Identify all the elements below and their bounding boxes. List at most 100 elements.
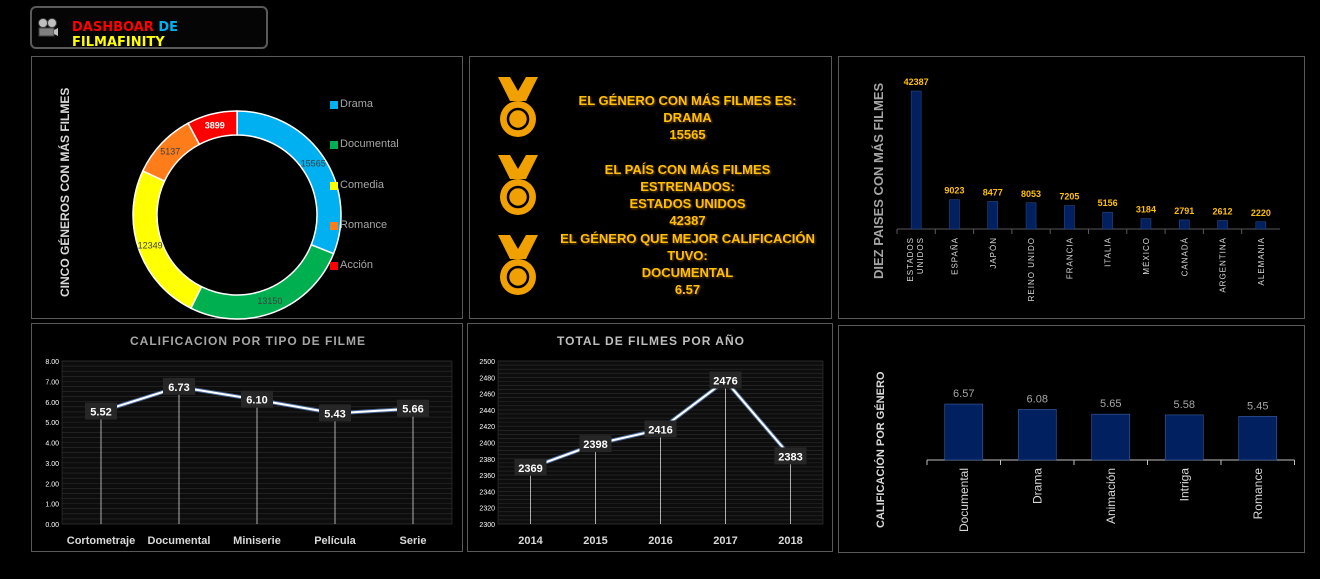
- y-tick-label: 2360: [479, 473, 495, 480]
- country-tick-label: MÉXICO: [1142, 237, 1151, 275]
- genre-tick-label: Romance: [1251, 468, 1265, 520]
- legend-item: Drama: [330, 98, 373, 110]
- medal-icon: [498, 235, 538, 295]
- country-bar: [1102, 211, 1113, 230]
- x-tick-label: Película: [314, 535, 356, 547]
- country-bar: [1025, 202, 1037, 230]
- x-tick-label: 2017: [713, 535, 737, 547]
- country-bar: [949, 199, 960, 230]
- genre-tick-label: Intriga: [1177, 468, 1191, 502]
- films-per-year-panel: TOTAL DE FILMES POR AÑO 2300 2320 2340 2360…: [467, 323, 833, 552]
- genre-bar: [1017, 409, 1057, 461]
- country-data-label: 3184: [1136, 205, 1156, 215]
- y-tick-label: 2320: [479, 506, 495, 513]
- country-data-label: 5156: [1098, 198, 1118, 208]
- x-tick-label: Miniserie: [233, 535, 281, 547]
- type-rating-panel: CALIFICACION POR TIPO DE FILME 0.00 1.00 2…: [31, 323, 463, 552]
- genre-data-label: 6.08: [1027, 393, 1048, 405]
- country-tick-label: FRANCIA: [1065, 237, 1074, 279]
- y-tick-label: 2480: [479, 375, 495, 382]
- genre-data-label: 6.57: [953, 388, 974, 400]
- genre-rating-bar-chart: 6.57 Documental 6.08 Drama 5.65 Animación 5.58…: [926, 388, 1295, 532]
- country-data-label: 9023: [944, 186, 964, 196]
- x-tick-label: Documental: [148, 535, 211, 547]
- country-data-label: 2791: [1174, 206, 1194, 216]
- y-tick-label: 6.00: [45, 400, 59, 407]
- data-label: 2476: [713, 376, 737, 388]
- x-tick-label: Serie: [400, 535, 427, 547]
- y-tick-label: 2340: [479, 489, 495, 496]
- y-tick-label: 2460: [479, 392, 495, 399]
- y-tick-label: 2440: [479, 408, 495, 415]
- page-title: DASHBOAR DE FILMAFINITY: [72, 20, 178, 50]
- data-label: 2398: [583, 439, 607, 451]
- medal-icon: [498, 155, 538, 215]
- y-tick-label: 2300: [479, 522, 495, 529]
- country-tick-label: ARGENTINA: [1219, 237, 1228, 293]
- top-country-highlight: EL PAÍS CON MÁS FILMES ESTRENADOS: ESTADO…: [604, 162, 771, 228]
- country-data-label: 8477: [983, 187, 1003, 197]
- medal-icon: [498, 77, 538, 137]
- x-tick-label: 2018: [778, 535, 802, 547]
- country-tick-label: UNIDOS: [916, 237, 925, 274]
- y-tick-label: 4.00: [45, 441, 59, 448]
- country-bar: [1179, 219, 1190, 230]
- country-bar: [1217, 220, 1228, 230]
- country-data-label: 2220: [1251, 208, 1271, 218]
- y-tick-label: 3.00: [45, 461, 59, 468]
- legend-item: Acción: [330, 259, 373, 271]
- genre-bar: [944, 403, 984, 461]
- data-label: 2416: [648, 424, 672, 436]
- y-tick-label: 2380: [479, 457, 495, 464]
- country-tick-label: JAPÓN: [989, 237, 998, 269]
- genres-donut-chart: 15565 13150 12349 5137 3899: [132, 110, 342, 320]
- country-bar: [1064, 205, 1075, 230]
- country-tick-label: ESTADOS: [906, 237, 915, 282]
- data-label: 5.52: [90, 407, 111, 419]
- genre-data-label: 5.58: [1174, 399, 1195, 411]
- data-label: 5.66: [402, 404, 423, 416]
- genre-data-label: 5.65: [1100, 398, 1121, 410]
- y-tick-label: 2420: [479, 424, 495, 431]
- country-data-label: 2612: [1213, 206, 1233, 216]
- country-tick-label: ITALIA: [1104, 237, 1113, 267]
- genre-rating-panel: CALIFICACIÓN POR GÉNERO 6.57 Documental 6.…: [838, 325, 1305, 553]
- legend-item: Romance: [330, 219, 387, 231]
- genre-tick-label: Documental: [957, 468, 971, 532]
- data-label: 5.43: [324, 408, 345, 420]
- x-tick-label: Cortometraje: [67, 535, 135, 547]
- y-tick-label: 2500: [479, 359, 495, 366]
- legend-item: Documental: [330, 138, 399, 150]
- x-tick-label: 2015: [583, 535, 607, 547]
- y-tick-label: 7.00: [45, 379, 59, 386]
- country-tick-label: ESPAÑA: [950, 237, 959, 275]
- type-rating-line-chart: 0.00 1.00 2.00 3.00 4.00 5.00 6.00 7.00 8.00 5.52…: [45, 359, 453, 547]
- country-tick-label: REINO UNIDO: [1027, 237, 1036, 301]
- highlights-panel: EL GÉNERO CON MÁS FILMES ES: DRAMA 15565 E…: [469, 56, 832, 319]
- country-tick-label: ALEMANIA: [1257, 237, 1266, 285]
- genre-bar: [1164, 414, 1204, 461]
- legend-item: Comedia: [330, 179, 384, 191]
- donut-data-label: 13150: [257, 296, 282, 306]
- y-tick-label: 8.00: [45, 359, 59, 366]
- films-per-year-line-chart: 2300 2320 2340 2360 2380 2400 2420 2440 2460 2480…: [479, 359, 824, 547]
- genre-data-label: 5.45: [1247, 400, 1268, 412]
- y-tick-label: 2400: [479, 441, 495, 448]
- y-tick-label: 1.00: [45, 502, 59, 509]
- film-projector-icon: [38, 18, 58, 37]
- country-bar: [1140, 218, 1152, 230]
- country-tick-label: CANADÁ: [1180, 237, 1189, 276]
- country-bar: [987, 201, 998, 230]
- genre-bar: [1091, 413, 1131, 461]
- donut-data-label: 3899: [205, 121, 225, 131]
- countries-bar-chart: 42387 ESTADOS UNIDOS 9023 ESPAÑA 8477 JAPÓN 805…: [896, 77, 1280, 301]
- country-data-label: 8053: [1021, 189, 1041, 199]
- data-label: 2369: [518, 463, 542, 475]
- donut-data-label: 15565: [301, 158, 326, 168]
- countries-bar-panel: DIEZ PAISES CON MÁS FILMES 42387 ESTADOS U…: [838, 56, 1305, 319]
- y-tick-label: 5.00: [45, 420, 59, 427]
- genre-bar: [1238, 416, 1278, 461]
- country-bar: [1255, 221, 1267, 230]
- donut-slice: [236, 110, 342, 255]
- y-tick-label: 0.00: [45, 522, 59, 529]
